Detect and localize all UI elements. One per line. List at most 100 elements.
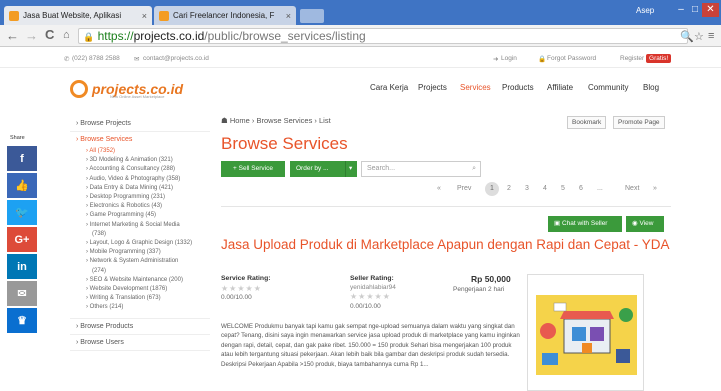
- sidebar-category-item[interactable]: › Internet Marketing & Social Media: [70, 221, 210, 230]
- order-by-caret-icon[interactable]: ▾: [345, 161, 357, 177]
- register-link[interactable]: Register Gratis!: [620, 54, 672, 63]
- twitter-icon[interactable]: 🐦: [7, 200, 37, 225]
- nav-affiliate[interactable]: Affiliate: [547, 83, 573, 92]
- sidebar-category-label: Game Programming (45): [89, 212, 157, 219]
- pager-next[interactable]: Next: [625, 182, 639, 196]
- sidebar-category-item[interactable]: › Writing & Translation (673): [70, 294, 210, 303]
- site-favicon-icon: [9, 10, 19, 21]
- sidebar-category-item[interactable]: › All (7352): [70, 147, 210, 156]
- forgot-password-link[interactable]: Forgot Password: [547, 55, 596, 62]
- sidebar-category-item[interactable]: › Audio, Video & Photography (358): [70, 175, 210, 184]
- service-thumbnail[interactable]: [527, 274, 644, 391]
- pager-last-icon[interactable]: »: [653, 182, 657, 196]
- pager-page[interactable]: 5: [561, 182, 565, 196]
- nav-blog[interactable]: Blog: [643, 83, 659, 92]
- address-bar[interactable]: 🔒 https://projects.co.id/public/browse_s…: [78, 28, 688, 44]
- sidebar-browse-products[interactable]: › Browse Products: [70, 317, 210, 335]
- zoom-icon[interactable]: 🔍: [680, 30, 694, 43]
- sidebar-category-item[interactable]: › Website Development (1876): [70, 285, 210, 294]
- sidebar-category-label: Desktop Programming (231): [89, 194, 166, 201]
- sidebar-category-item[interactable]: › Electronics & Robotics (43): [70, 202, 210, 211]
- tab-close-icon[interactable]: ×: [286, 11, 291, 21]
- sidebar-category-item[interactable]: › Accounting & Consultancy (288): [70, 165, 210, 174]
- google-plus-icon[interactable]: G+: [7, 227, 37, 252]
- pager-page[interactable]: 4: [543, 182, 547, 196]
- crown-icon[interactable]: ♛: [7, 308, 37, 333]
- linkedin-icon[interactable]: in: [7, 254, 37, 279]
- breadcrumb-text[interactable]: Home › Browse Services › List: [230, 116, 331, 125]
- sidebar-category-count[interactable]: (274): [70, 267, 210, 276]
- nav-community[interactable]: Community: [588, 83, 628, 92]
- service-rating-stars: ★★★★★: [221, 284, 262, 293]
- tab-close-icon[interactable]: ×: [142, 11, 147, 21]
- pager-first-icon[interactable]: «: [437, 182, 441, 196]
- pager-prev[interactable]: Prev: [457, 182, 471, 196]
- sidebar-category-item[interactable]: › Layout, Logo & Graphic Design (1332): [70, 239, 210, 248]
- sidebar-category-label: 3D Modeling & Animation (321): [89, 157, 173, 164]
- facebook-icon[interactable]: f: [7, 146, 37, 171]
- marketplace-illustration-icon: [528, 275, 643, 390]
- minimize-icon[interactable]: –: [674, 3, 688, 17]
- nav-projects[interactable]: Projects: [418, 83, 447, 92]
- pager-page[interactable]: 6: [579, 182, 583, 196]
- browser-profile-name[interactable]: Asep: [636, 6, 654, 15]
- sidebar-category-item[interactable]: › SEO & Website Maintenance (200): [70, 276, 210, 285]
- site-logo[interactable]: projects.co.id New Online Asset Marketpl…: [70, 78, 183, 102]
- chat-icon: ▣: [554, 220, 562, 227]
- login-link[interactable]: Login: [501, 55, 517, 62]
- sidebar-category-item[interactable]: › Game Programming (45): [70, 211, 210, 220]
- page-title: Browse Services: [221, 134, 348, 153]
- service-title-link[interactable]: Jasa Upload Produk di Marketplace Apapun…: [221, 237, 671, 252]
- reload-icon[interactable]: C: [45, 27, 54, 42]
- sidebar-browse-services[interactable]: › Browse Services: [70, 132, 210, 147]
- nav-services[interactable]: Services: [460, 83, 491, 92]
- email-icon[interactable]: ✉: [7, 281, 37, 306]
- bookmark-button[interactable]: Bookmark: [567, 116, 607, 129]
- chat-with-seller-button[interactable]: ▣ Chat with Seller: [548, 216, 622, 232]
- service-price: Rp 50,000: [471, 274, 511, 284]
- browser-tab-inactive[interactable]: Cari Freelancer Indonesia, F ×: [154, 6, 296, 25]
- close-window-icon[interactable]: ✕: [702, 3, 719, 17]
- search-icon[interactable]: ⌕: [472, 162, 476, 176]
- share-label: Share: [10, 135, 25, 141]
- sidebar-category-item[interactable]: › Others (214): [70, 303, 210, 312]
- maximize-icon[interactable]: □: [688, 3, 702, 17]
- nav-products[interactable]: Products: [502, 83, 534, 92]
- order-by-dropdown[interactable]: Order by ...: [290, 161, 345, 177]
- search-input[interactable]: Search... ⌕: [361, 161, 481, 177]
- promote-page-button[interactable]: Promote Page: [613, 116, 665, 129]
- sidebar-category-item[interactable]: › Data Entry & Data Mining (421): [70, 184, 210, 193]
- sidebar-browse-users[interactable]: › Browse Users: [70, 335, 210, 351]
- sidebar-category-item[interactable]: › Mobile Programming (337): [70, 248, 210, 257]
- pager-page[interactable]: 2: [507, 182, 511, 196]
- sidebar-category-label: Internet Marketing & Social Media: [89, 221, 180, 228]
- sidebar-browse-projects[interactable]: › Browse Projects: [70, 116, 210, 132]
- sidebar-category-item[interactable]: › Network & System Administration: [70, 257, 210, 266]
- new-tab-button[interactable]: [300, 9, 324, 23]
- bookmark-star-icon[interactable]: ☆: [694, 30, 704, 43]
- tab-title: Jasa Buat Website, Aplikasi: [23, 11, 122, 20]
- nav-cara-kerja[interactable]: Cara Kerja: [370, 83, 408, 92]
- browser-toolbar: ← → C ⌂ 🔒 https://projects.co.id/public/…: [0, 25, 721, 47]
- sidebar-browse-users-label: Browse Users: [80, 338, 124, 346]
- sidebar-category-item[interactable]: › 3D Modeling & Animation (321): [70, 156, 210, 165]
- browser-tab-active[interactable]: Jasa Buat Website, Aplikasi ×: [4, 6, 152, 25]
- forward-arrow-icon[interactable]: →: [25, 28, 38, 43]
- view-button[interactable]: ◉ View: [626, 216, 664, 232]
- mail-icon: ✉: [134, 56, 140, 63]
- seller-name-link[interactable]: yenidahlabiar94: [350, 284, 396, 291]
- menu-icon[interactable]: ≡: [708, 30, 714, 42]
- sidebar-category-label: Writing & Translation (673): [89, 295, 161, 302]
- home-icon[interactable]: ⌂: [63, 29, 70, 41]
- social-share-bar: Share f 👍 🐦 G+ in ✉ ♛: [7, 135, 37, 335]
- sidebar-category-item[interactable]: › Desktop Programming (231): [70, 193, 210, 202]
- contact-email[interactable]: contact@projects.co.id: [143, 55, 209, 62]
- sidebar-category-count[interactable]: (738): [70, 230, 210, 239]
- pager-page-current[interactable]: 1: [485, 182, 499, 196]
- back-arrow-icon[interactable]: ←: [6, 28, 19, 43]
- pager-page[interactable]: 3: [525, 182, 529, 196]
- sell-service-button[interactable]: + Sell Service: [221, 161, 285, 177]
- thumbs-up-icon[interactable]: 👍: [7, 173, 37, 198]
- section-divider: [221, 206, 671, 207]
- service-rating-value: 0.00/10.00: [221, 294, 252, 301]
